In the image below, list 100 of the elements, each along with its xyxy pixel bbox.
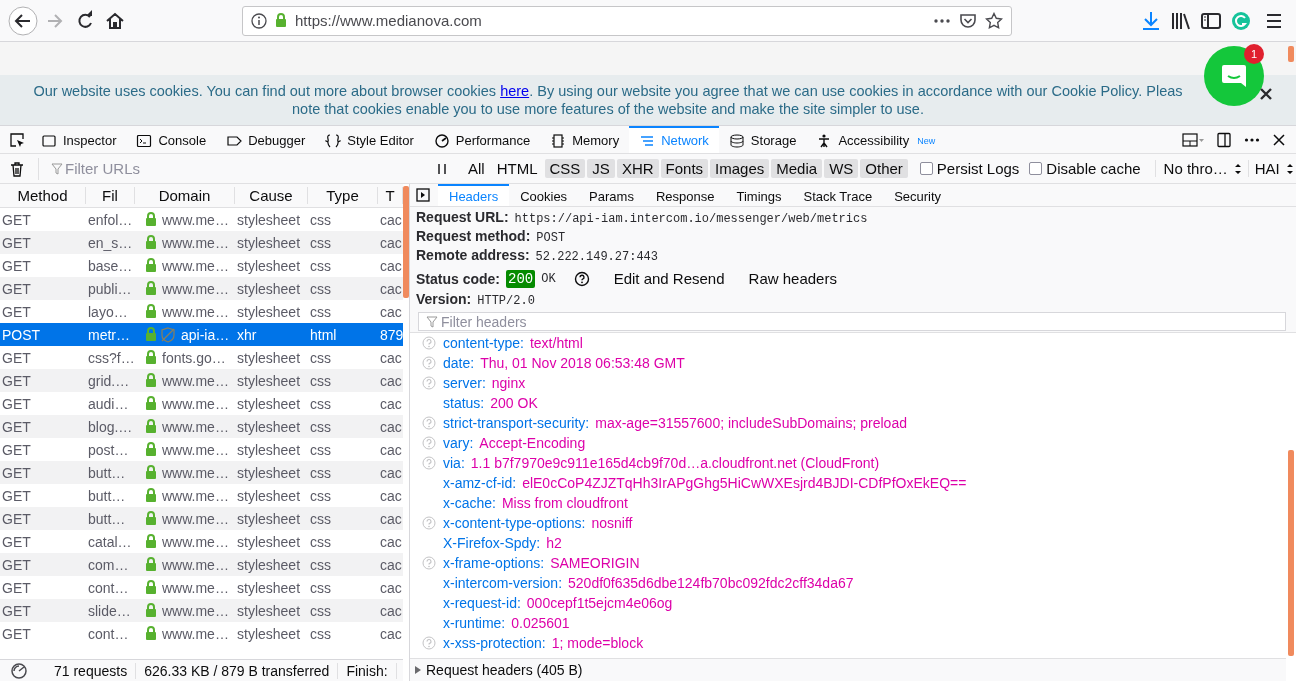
table-cell-text: cac (379, 510, 403, 527)
picker-icon[interactable] (9, 131, 25, 148)
type-filter[interactable]: XHR (616, 159, 659, 178)
checkbox[interactable] (919, 162, 933, 175)
devtools-tab[interactable]: Debugger (216, 126, 316, 153)
request-row[interactable]: GET grid.… www.me… stylesheet css cac (0, 369, 403, 392)
layout-icon[interactable] (1182, 131, 1204, 148)
lock-icon (145, 396, 157, 411)
table-cell-text: GET (1, 510, 32, 527)
devtools-tab[interactable]: Storage (718, 126, 807, 153)
request-row[interactable]: GET cont… www.me… stylesheet css cac (0, 622, 403, 645)
devtools-tab[interactable]: Memory (540, 126, 630, 153)
details-tab[interactable]: Headers (438, 184, 510, 206)
details-tab[interactable]: Response (644, 184, 726, 206)
request-row[interactable]: GET cont… www.me… stylesheet css cac (0, 576, 403, 599)
request-row[interactable]: GET publi… www.me… stylesheet css cac (0, 277, 403, 300)
performance-icon[interactable] (10, 661, 28, 680)
request-row[interactable]: GET audi… www.me… stylesheet css cac (0, 392, 403, 415)
details-tab[interactable]: Stack Trace (792, 184, 884, 206)
filter-field[interactable]: Filter headers (418, 312, 1286, 331)
help-icon[interactable] (573, 270, 590, 287)
request-row[interactable]: GET slide… www.me… stylesheet css cac (0, 599, 403, 622)
request-row[interactable]: GET base… www.me… stylesheet css cac (0, 254, 403, 277)
table-cell-text: blog.… (87, 418, 134, 435)
close-icon[interactable] (1272, 132, 1286, 147)
table-cell-text: cac (379, 625, 403, 642)
header-value: nosniff (591, 515, 633, 531)
devtools-tab[interactable]: Performance (423, 126, 541, 153)
details-tab[interactable]: Cookies (509, 184, 579, 206)
type-filter[interactable]: Fonts (660, 159, 709, 178)
request-row[interactable]: GET catal… www.me… stylesheet css cac (0, 530, 403, 553)
table-cell-text: cac (379, 349, 403, 366)
url-field[interactable]: https://www.medianova.com (242, 5, 1012, 36)
table-cell-text: cac (379, 579, 403, 596)
details-tab[interactable]: Timings (725, 184, 793, 206)
column-header[interactable]: Domain (135, 187, 235, 204)
back-icon[interactable] (8, 5, 38, 36)
type-filter[interactable]: WS (824, 159, 859, 178)
header-value: nginx (491, 375, 526, 391)
header-value: h2 (546, 535, 562, 551)
request-row[interactable]: POST metr… api-ia… xhr html 879 (0, 323, 403, 346)
type-filter[interactable]: JS (587, 159, 615, 178)
devtools-tab[interactable]: Network (629, 126, 719, 153)
type-filter[interactable]: Images (710, 159, 770, 178)
funnel-icon (51, 162, 63, 175)
close-icon[interactable] (1258, 86, 1274, 102)
type-filter[interactable]: Other (860, 159, 908, 178)
devtools-tab[interactable]: Inspector (31, 126, 127, 153)
type-filter[interactable]: All (463, 159, 490, 178)
type-filter[interactable]: HTML (491, 159, 543, 178)
column-header[interactable]: Fil (86, 187, 135, 204)
pocket-icon[interactable] (959, 11, 977, 30)
type-filter[interactable]: Media (771, 159, 823, 178)
field-value: HTTP/2.0 (477, 294, 535, 308)
details-tab[interactable]: Security (883, 184, 953, 206)
request-row[interactable]: GET en_s… www.me… stylesheet css cac (0, 231, 403, 254)
table-cell: www.me… (162, 395, 229, 412)
pause-icon[interactable] (437, 162, 447, 175)
request-row[interactable]: GET butt… www.me… stylesheet css cac (0, 484, 403, 507)
request-row[interactable]: GET post… www.me… stylesheet css cac (0, 438, 403, 461)
header-name: via: (443, 455, 465, 471)
column-header[interactable]: Type (308, 187, 378, 204)
dock-icon[interactable] (1216, 131, 1232, 148)
star-icon[interactable] (985, 11, 1003, 30)
header-name: status: (443, 395, 485, 411)
table-cell-text: css (309, 533, 332, 550)
checkbox[interactable] (1029, 162, 1043, 175)
details-tab[interactable]: Params (578, 184, 645, 206)
request-row[interactable]: GET layo… www.me… stylesheet css cac (0, 300, 403, 323)
table-cell-text: css (309, 280, 332, 297)
table-cell-text: enfol… (87, 211, 134, 228)
har-select[interactable]: HAI (1247, 160, 1294, 177)
devtools-tab[interactable]: Style Editor (315, 126, 424, 153)
panel-toggle-icon[interactable] (416, 188, 430, 202)
devtools-tab[interactable]: Console (126, 126, 217, 153)
scrollbar-thumb[interactable] (403, 186, 409, 298)
filter-field[interactable]: Filter URLs (47, 159, 417, 178)
type-filter[interactable]: CSS (544, 159, 586, 178)
throttling-select[interactable]: No thro… (1154, 160, 1242, 177)
gauge-icon (433, 132, 450, 149)
table-cell-text: metr… (87, 326, 131, 343)
header-value: Miss from cloudfront (501, 495, 628, 511)
scrollbar-thumb[interactable] (1288, 450, 1294, 656)
action-link[interactable]: Raw headers (748, 270, 837, 287)
action-link[interactable]: Edit and Resend (613, 270, 725, 287)
request-row[interactable]: GET com… www.me… stylesheet css cac (0, 553, 403, 576)
request-row[interactable]: GET blog.… www.me… stylesheet css cac (0, 415, 403, 438)
request-row[interactable]: GET enfol… www.me… stylesheet css cac (0, 208, 403, 231)
scrollbar-thumb[interactable] (1288, 46, 1294, 62)
table-cell-text: GET (1, 556, 32, 573)
column-header[interactable]: Cause (235, 187, 308, 204)
request-row[interactable]: GET butt… www.me… stylesheet css cac (0, 507, 403, 530)
devtools-tab[interactable]: Accessibility New (806, 126, 946, 153)
column-header[interactable]: Method (0, 187, 86, 204)
cookie-link[interactable]: here (500, 83, 530, 99)
table-cell-text: GET (1, 372, 32, 389)
trash-icon[interactable] (10, 160, 24, 177)
request-row[interactable]: GET css?f… fonts.go… stylesheet css cac (0, 346, 403, 369)
section-header[interactable]: Request headers (405 B) (410, 658, 1286, 681)
request-row[interactable]: GET butt… www.me… stylesheet css cac (0, 461, 403, 484)
